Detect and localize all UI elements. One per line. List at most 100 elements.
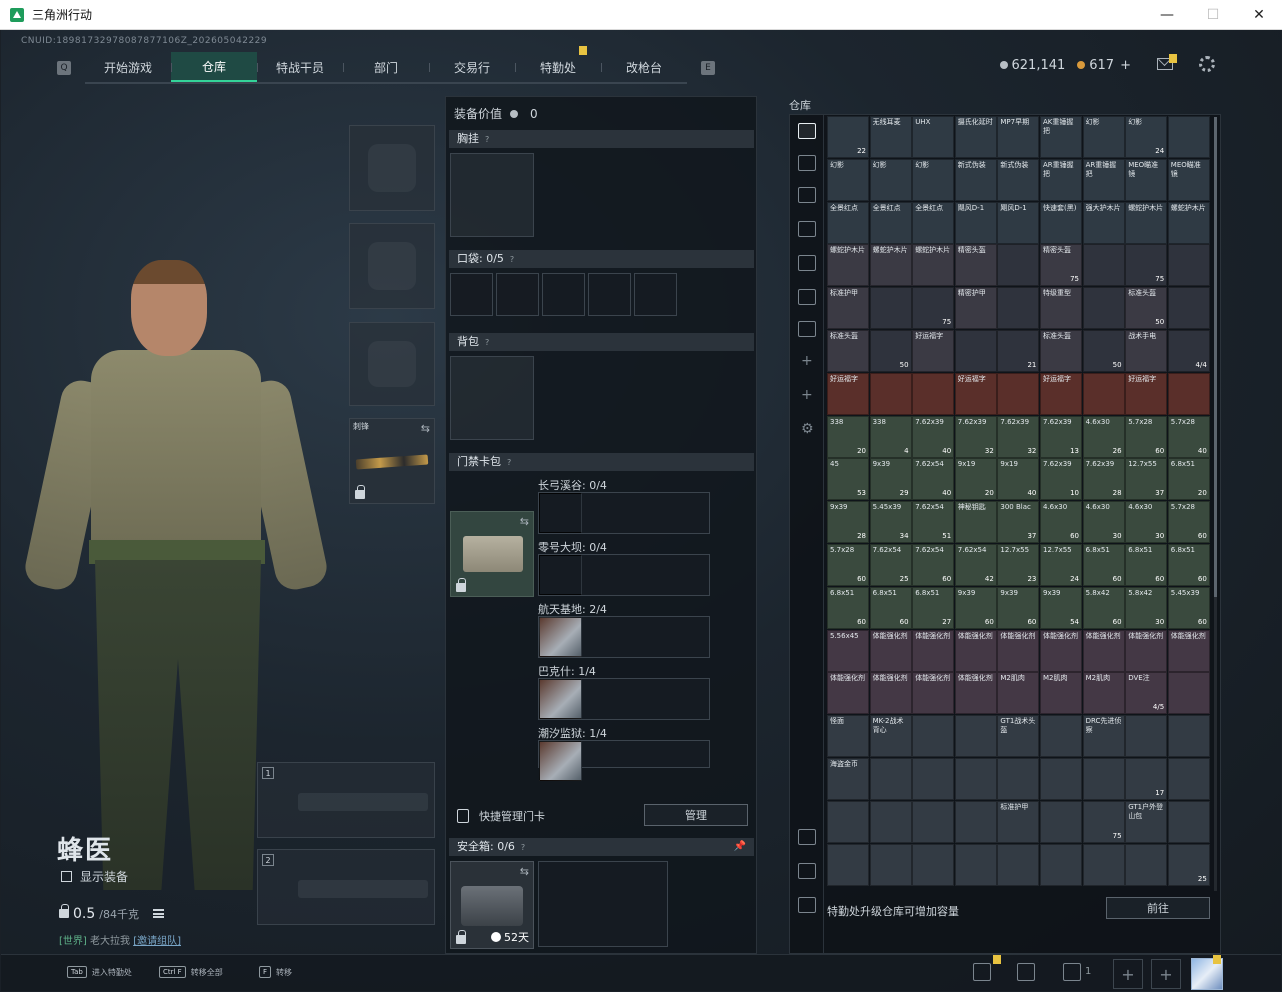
storage-item[interactable] — [954, 330, 997, 372]
storage-item[interactable]: 精密护甲 — [954, 287, 997, 330]
storage-item[interactable] — [997, 244, 1040, 287]
storage-item[interactable]: MEO瞄准镜 — [1125, 158, 1168, 201]
keybind-hint[interactable]: Tab 进入特勤处 — [67, 966, 132, 978]
tab-3[interactable]: 部门 — [343, 52, 429, 82]
storage-item[interactable]: 标准头盔 — [827, 330, 869, 372]
storage-item[interactable] — [1082, 244, 1125, 287]
storage-item[interactable]: 全景红点 — [912, 201, 955, 244]
melee-slot[interactable]: 刺锋 ⇆ — [349, 418, 435, 504]
backpack-slot[interactable] — [450, 356, 534, 440]
storage-item[interactable]: 9x19 20 — [954, 458, 997, 501]
storage-item[interactable]: 6.8x51 27 — [912, 586, 955, 629]
armor-slot[interactable] — [349, 223, 435, 309]
show-equipment-toggle[interactable]: 显示装备 — [61, 868, 128, 885]
storage-item[interactable]: 螺蛇护木片 — [827, 244, 869, 287]
pocket-slot[interactable] — [588, 273, 631, 316]
storage-item[interactable] — [1167, 672, 1210, 715]
storage-item[interactable]: MK-2战术背心 — [869, 715, 912, 758]
storage-item[interactable]: 飓风D-1 — [997, 201, 1040, 244]
storage-item[interactable]: 4.6x30 26 — [1082, 415, 1125, 458]
weapons-filter-icon[interactable] — [798, 187, 816, 203]
storage-item[interactable] — [1167, 715, 1210, 758]
storage-item[interactable]: 摄氏化延时 — [954, 116, 997, 158]
storage-item[interactable]: 全景红点 — [869, 201, 912, 244]
storage-item[interactable]: 9x19 40 — [997, 458, 1040, 501]
storage-item[interactable]: 好运福字 — [1125, 372, 1168, 415]
storage-item[interactable] — [912, 800, 955, 843]
minimize-button[interactable]: — — [1144, 0, 1190, 30]
storage-item[interactable]: 6.8x51 20 — [1167, 458, 1210, 501]
storage-item[interactable]: 标准头盔 — [1040, 330, 1082, 372]
storage-item[interactable]: 75 — [1082, 800, 1125, 843]
weapons-filter-icon[interactable] — [798, 321, 816, 337]
storage-item[interactable]: 9x39 60 — [954, 586, 997, 629]
storage-item[interactable]: DVE注 4/5 — [1125, 672, 1168, 715]
storage-item[interactable] — [869, 287, 912, 330]
storage-item[interactable]: 6.8x51 60 — [827, 586, 869, 629]
safebox-grid[interactable] — [538, 861, 668, 947]
list-icon[interactable] — [152, 909, 164, 918]
storage-item[interactable]: AR重锤握把 — [1082, 158, 1125, 201]
keycard-map-row[interactable] — [538, 492, 710, 534]
storage-item[interactable]: 海盗金币 — [827, 758, 869, 800]
storage-item[interactable]: 体能强化剂 — [869, 672, 912, 715]
pocket-slot[interactable] — [450, 273, 493, 316]
storage-item[interactable]: 75 — [1125, 244, 1168, 287]
storage-item[interactable]: 12.7x55 37 — [1125, 458, 1168, 501]
storage-item[interactable]: 5.7x28 40 — [1167, 415, 1210, 458]
storage-item[interactable]: 5.7x28 60 — [1167, 501, 1210, 544]
stats-icon[interactable] — [973, 963, 991, 981]
chest-rig-slot[interactable] — [450, 153, 534, 237]
storage-item[interactable]: 特级重型 — [1040, 287, 1082, 330]
storage-item[interactable]: 7.62x39 40 — [912, 415, 955, 458]
storage-item[interactable]: MP7早期 — [997, 116, 1040, 158]
storage-item[interactable] — [869, 843, 912, 886]
storage-item[interactable]: 338 4 — [869, 415, 912, 458]
storage-item[interactable]: 体能强化剂 — [997, 629, 1040, 672]
storage-item[interactable] — [1167, 116, 1210, 158]
storage-item[interactable] — [1167, 758, 1210, 800]
keycard-empty-slot[interactable] — [539, 679, 582, 719]
storage-scrollbar[interactable] — [1214, 117, 1217, 891]
storage-item[interactable]: 5.56x45 — [827, 629, 869, 672]
storage-item[interactable] — [997, 758, 1040, 800]
storage-item[interactable]: 好运福字 — [912, 330, 955, 372]
storage-item[interactable]: 标准头盔 50 — [1125, 287, 1168, 330]
keycard-empty-slot[interactable] — [539, 493, 582, 533]
storage-item[interactable]: 7.62x39 10 — [1040, 458, 1082, 501]
pistol-slot[interactable] — [349, 322, 435, 406]
keybind-hint[interactable]: Ctrl F 转移全部 — [159, 966, 223, 978]
storage-item[interactable] — [1125, 715, 1168, 758]
tab-1[interactable]: 仓库 — [171, 52, 257, 82]
flag-icon[interactable] — [1017, 963, 1035, 981]
storage-item[interactable]: 好运福字 — [1040, 372, 1082, 415]
storage-item[interactable] — [869, 372, 912, 415]
gear-icon[interactable] — [1199, 56, 1215, 72]
storage-item[interactable] — [1040, 843, 1082, 886]
storage-item[interactable]: 战术手电 — [1125, 330, 1168, 372]
storage-item[interactable]: 标准护甲 — [997, 800, 1040, 843]
storage-item[interactable]: 9x39 54 — [1040, 586, 1082, 629]
storage-item[interactable]: DRC先进侦察 — [1082, 715, 1125, 758]
storage-item[interactable]: 6.8x51 60 — [1082, 544, 1125, 586]
storage-item[interactable]: 体能强化剂 — [869, 629, 912, 672]
goto-button[interactable]: 前往 — [1106, 897, 1210, 919]
keycard-map-row[interactable] — [538, 740, 710, 781]
primary-weapon-slot-2[interactable]: 2 — [257, 849, 435, 925]
storage-item[interactable] — [997, 287, 1040, 330]
swap-icon[interactable]: ⇆ — [520, 515, 529, 528]
tab-5[interactable]: 特勤处 — [515, 46, 601, 82]
storage-item[interactable]: 体能强化剂 — [954, 629, 997, 672]
keycard-map-row[interactable] — [538, 554, 710, 596]
storage-item[interactable]: 6.8x51 60 — [1125, 544, 1168, 586]
helmet-slot[interactable] — [349, 125, 435, 211]
storage-item[interactable]: 7.62x39 32 — [997, 415, 1040, 458]
sort-icon[interactable] — [798, 829, 816, 845]
storage-item[interactable] — [827, 843, 869, 886]
storage-item[interactable]: 45 53 — [827, 458, 869, 501]
all-items-icon[interactable] — [798, 123, 816, 139]
storage-item[interactable]: 体能强化剂 — [827, 672, 869, 715]
storage-item[interactable]: 螺蛇护木片 — [1125, 201, 1168, 244]
invite-link[interactable]: [邀请组队] — [133, 936, 181, 947]
storage-item[interactable]: 5.7x28 60 — [1125, 415, 1168, 458]
